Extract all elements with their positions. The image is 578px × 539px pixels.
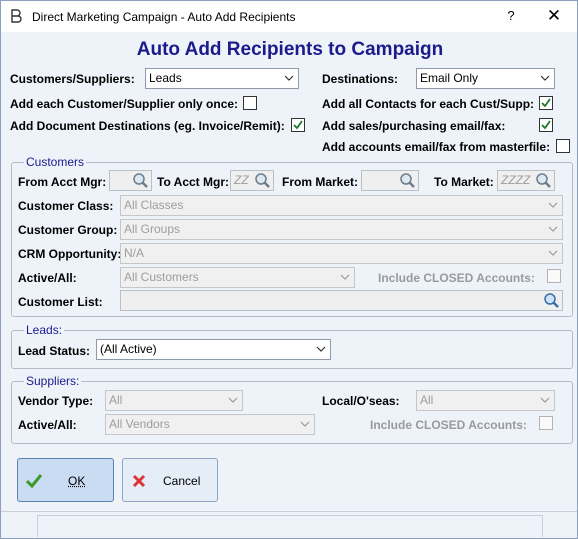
chevron-down-icon xyxy=(540,75,550,81)
ok-button-label: OK xyxy=(68,474,86,488)
customer-class-label: Customer Class: xyxy=(18,199,114,213)
search-icon[interactable] xyxy=(132,172,149,189)
add-sales-checkbox[interactable] xyxy=(539,118,553,132)
lead-status-label: Lead Status: xyxy=(18,344,91,358)
chevron-down-icon xyxy=(340,274,350,280)
chevron-down-icon xyxy=(540,397,550,403)
customer-active-label: Active/All: xyxy=(18,271,77,285)
status-bar xyxy=(1,511,577,538)
help-button[interactable]: ? xyxy=(501,6,521,26)
chevron-down-icon xyxy=(228,397,238,403)
vendor-active-value: All Vendors xyxy=(109,417,170,431)
destinations-select[interactable]: Email Only xyxy=(416,68,555,89)
vendor-active-label: Active/All: xyxy=(18,418,77,432)
search-icon[interactable] xyxy=(543,292,560,309)
from-market-input[interactable] xyxy=(361,170,419,191)
customer-group-value: All Groups xyxy=(124,222,181,236)
chevron-down-icon xyxy=(316,346,326,352)
add-contacts-checkbox[interactable] xyxy=(539,96,553,110)
local-overseas-value: All xyxy=(420,393,434,407)
lead-status-value: (All Active) xyxy=(100,342,157,356)
ok-button[interactable]: OK xyxy=(17,458,114,502)
local-overseas-label: Local/O'seas: xyxy=(322,394,400,408)
search-icon[interactable] xyxy=(535,172,552,189)
customer-list-input[interactable] xyxy=(120,290,563,311)
close-button[interactable]: ✕ xyxy=(541,4,567,28)
destinations-value: Email Only xyxy=(420,71,479,85)
window-title: Direct Marketing Campaign - Auto Add Rec… xyxy=(32,10,296,24)
vendor-type-value: All xyxy=(109,393,123,407)
add-accounts-label: Add accounts email/fax from masterfile: xyxy=(322,140,551,154)
leads-group-title: Leads: xyxy=(24,323,65,337)
vendor-include-closed-checkbox[interactable] xyxy=(539,416,553,430)
customer-class-select[interactable]: All Classes xyxy=(120,195,563,216)
customers-suppliers-value: Leads xyxy=(149,71,182,85)
dialog-window: Direct Marketing Campaign - Auto Add Rec… xyxy=(0,0,578,539)
suppliers-group-title: Suppliers: xyxy=(24,374,82,388)
customers-group-title: Customers xyxy=(24,155,87,169)
customer-include-closed-checkbox[interactable] xyxy=(547,269,561,283)
customer-include-closed-label: Include CLOSED Accounts: xyxy=(378,271,535,285)
local-overseas-select[interactable]: All xyxy=(416,390,555,411)
crm-opportunity-select[interactable]: N/A xyxy=(120,243,563,264)
to-market-label: To Market: xyxy=(434,175,494,189)
chevron-down-icon xyxy=(548,250,558,256)
status-panel xyxy=(37,515,543,537)
checkmark-icon xyxy=(541,120,551,130)
chevron-down-icon xyxy=(548,226,558,232)
from-acct-mgr-input[interactable] xyxy=(109,170,152,191)
destinations-label: Destinations: xyxy=(322,72,399,86)
search-icon[interactable] xyxy=(399,172,416,189)
crm-opportunity-label: CRM Opportunity: xyxy=(18,247,122,261)
to-market-value: ZZZZ xyxy=(501,173,531,187)
from-market-label: From Market: xyxy=(282,175,359,189)
customers-suppliers-label: Customers/Suppliers: xyxy=(10,72,135,86)
cancel-button[interactable]: Cancel xyxy=(122,458,218,502)
title-bar: Direct Marketing Campaign - Auto Add Rec… xyxy=(1,1,577,32)
vendor-active-select[interactable]: All Vendors xyxy=(105,414,315,435)
add-contacts-label: Add all Contacts for each Cust/Supp: xyxy=(322,97,535,111)
customer-list-label: Customer List: xyxy=(18,295,103,309)
search-icon[interactable] xyxy=(254,172,271,189)
lead-status-select[interactable]: (All Active) xyxy=(96,339,331,360)
app-icon xyxy=(9,8,25,24)
to-acct-mgr-value: ZZ xyxy=(234,173,249,187)
add-doc-dest-label: Add Document Destinations (eg. Invoice/R… xyxy=(10,119,285,133)
add-doc-dest-checkbox[interactable] xyxy=(291,118,305,132)
vendor-type-select[interactable]: All xyxy=(105,390,243,411)
from-acct-mgr-label: From Acct Mgr: xyxy=(18,175,107,189)
customer-group-select[interactable]: All Groups xyxy=(120,219,563,240)
customer-active-select[interactable]: All Customers xyxy=(120,267,355,288)
customer-active-value: All Customers xyxy=(124,270,199,284)
vendor-type-label: Vendor Type: xyxy=(18,394,94,408)
add-sales-label: Add sales/purchasing email/fax: xyxy=(322,119,506,133)
to-acct-mgr-label: To Acct Mgr: xyxy=(157,175,229,189)
customers-suppliers-select[interactable]: Leads xyxy=(145,68,299,89)
add-accounts-checkbox[interactable] xyxy=(556,139,570,153)
add-once-checkbox[interactable] xyxy=(243,96,257,110)
checkmark-icon xyxy=(293,120,303,130)
vendor-include-closed-label: Include CLOSED Accounts: xyxy=(370,418,527,432)
checkmark-icon xyxy=(26,474,42,489)
crm-opportunity-value: N/A xyxy=(124,246,145,260)
checkmark-icon xyxy=(541,98,551,108)
page-title: Auto Add Recipients to Campaign xyxy=(136,39,444,60)
to-market-input[interactable]: ZZZZ xyxy=(497,170,555,191)
chevron-down-icon xyxy=(300,421,310,427)
customer-group-label: Customer Group: xyxy=(18,223,118,237)
to-acct-mgr-input[interactable]: ZZ xyxy=(230,170,274,191)
chevron-down-icon xyxy=(548,202,558,208)
chevron-down-icon xyxy=(284,75,294,81)
add-once-label: Add each Customer/Supplier only once: xyxy=(10,97,239,111)
cancel-button-label: Cancel xyxy=(163,474,201,488)
customer-class-value: All Classes xyxy=(124,198,184,212)
close-icon xyxy=(132,474,146,488)
